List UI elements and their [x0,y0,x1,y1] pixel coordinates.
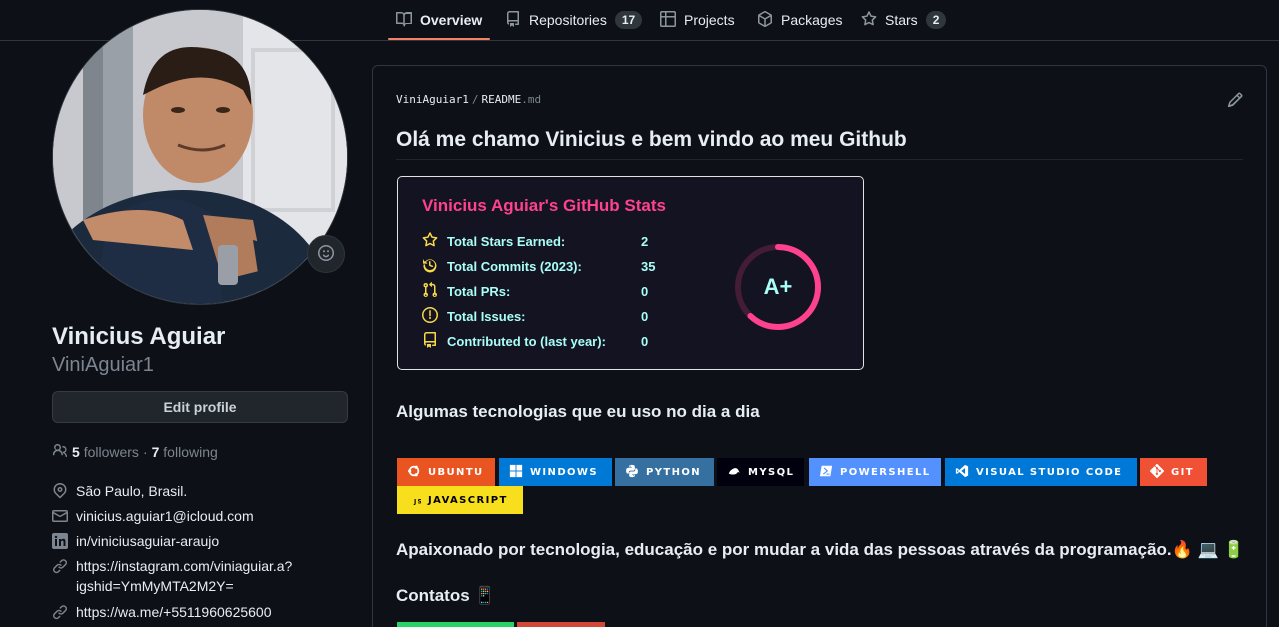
powershell-icon [819,464,833,481]
repo-icon [505,10,521,30]
stat-value: 0 [641,284,649,299]
github-stats-card[interactable]: Vinicius Aguiar's GitHub Stats Total Sta… [397,176,864,370]
link-icon [52,556,68,596]
stars-count-badge: 2 [925,11,947,29]
badge-windows[interactable]: WINDOWS [499,458,612,486]
location-icon [52,481,68,504]
tab-projects[interactable]: Projects [660,0,735,40]
email-link[interactable]: vinicius.aguiar1@icloud.com [76,506,254,529]
stat-row-commits: Total Commits (2023): 35 [422,257,655,276]
tab-stars[interactable]: Stars 2 [861,0,947,40]
javascript-icon: JS [407,492,422,509]
readme-heading: Olá me chamo Vinicius e bem vindo ao meu… [396,128,907,151]
vscode-icon [955,464,969,481]
tech-heading: Algumas tecnologias que eu uso no dia a … [396,402,760,421]
package-icon [757,10,773,30]
stat-value: 0 [641,334,649,349]
tab-repositories[interactable]: Repositories 17 [505,0,643,40]
mysql-icon [727,464,741,481]
whatsapp-link[interactable]: https://wa.me/+5511960625600 [76,602,272,625]
readme-path: ViniAguiar1/README.md [396,93,542,106]
badge-powershell[interactable]: POWERSHELL [809,458,941,486]
link-icon [52,602,68,625]
git-icon [1150,463,1164,481]
edit-profile-button[interactable]: Edit profile [52,391,348,423]
stat-value: 0 [641,309,649,324]
badge-javascript[interactable]: JS JAVASCRIPT [397,486,523,514]
pull-request-icon [422,281,447,301]
followers-link[interactable]: 5 followers [72,444,139,460]
contact-badge-whatsapp[interactable] [397,622,514,627]
email-item: vinicius.aguiar1@icloud.com [52,506,254,529]
badge-python[interactable]: PYTHON [615,458,714,486]
stats-title: Vinicius Aguiar's GitHub Stats [422,196,666,215]
badge-mysql[interactable]: MYSQL [717,458,804,486]
stat-row-contributed: Contributed to (last year): 0 [422,332,648,351]
mail-icon [52,506,68,529]
tab-overview[interactable]: Overview [387,0,491,40]
badge-ubuntu[interactable]: UBUNTU [397,458,495,486]
tab-packages[interactable]: Packages [757,0,842,40]
linkedin-item: in/viniciusaguiar-araujo [52,531,219,554]
passion-text: Apaixonado por tecnologia, educação e po… [396,540,1245,559]
windows-icon [509,464,523,481]
instagram-item: https://instagram.com/viniaguiar.a? igshi… [52,556,292,596]
linkedin-link[interactable]: in/viniciusaguiar-araujo [76,531,219,554]
contacts-heading: Contatos 📱 [396,586,496,605]
instagram-link[interactable]: https://instagram.com/viniaguiar.a? igshi… [76,556,292,596]
repositories-count-badge: 17 [614,11,643,29]
set-status-button[interactable] [307,235,345,273]
contact-badge-gmail[interactable] [517,622,605,627]
linkedin-icon [52,531,68,554]
pencil-icon [1227,92,1243,111]
stat-row-issues: Total Issues: 0 [422,307,648,326]
location-item: São Paulo, Brasil. [52,481,187,504]
stat-value: 2 [641,234,649,249]
tab-label: Packages [781,12,843,28]
repo-icon [422,332,447,351]
tab-label: Stars [885,12,918,28]
edit-readme-button[interactable] [1227,92,1243,108]
tab-label: Projects [684,12,735,28]
star-icon [422,232,447,251]
svg-text:JS: JS [413,498,421,505]
following-link[interactable]: 7 following [152,444,218,460]
tab-label: Repositories [529,12,607,28]
stat-row-prs: Total PRs: 0 [422,281,649,301]
tab-label: Overview [420,12,483,28]
issue-icon [422,307,447,326]
whatsapp-item: https://wa.me/+5511960625600 [52,602,272,625]
badge-git[interactable]: GIT [1140,458,1207,486]
badge-visual-studio-code[interactable]: VISUAL STUDIO CODE [945,458,1137,486]
follow-stats: 5 followers · 7 following [52,442,218,461]
heading-divider [396,159,1243,160]
ubuntu-icon [407,464,421,481]
book-icon [396,11,412,30]
avatar[interactable] [52,9,348,305]
rank-grade: A+ [763,274,793,299]
star-icon [861,10,877,30]
readme-owner-link[interactable]: ViniAguiar1 [396,93,469,106]
python-icon [625,464,639,481]
stat-row-stars: Total Stars Earned: 2 [422,232,648,251]
profile-username: ViniAguiar1 [52,354,154,376]
table-icon [660,10,676,30]
smiley-icon [318,244,334,264]
history-icon [422,257,447,276]
readme-file-link[interactable]: README.md [481,93,541,106]
stat-value: 35 [641,259,656,274]
location-text: São Paulo, Brasil. [76,483,188,499]
profile-name: Vinicius Aguiar [52,323,226,350]
people-icon [52,442,68,461]
